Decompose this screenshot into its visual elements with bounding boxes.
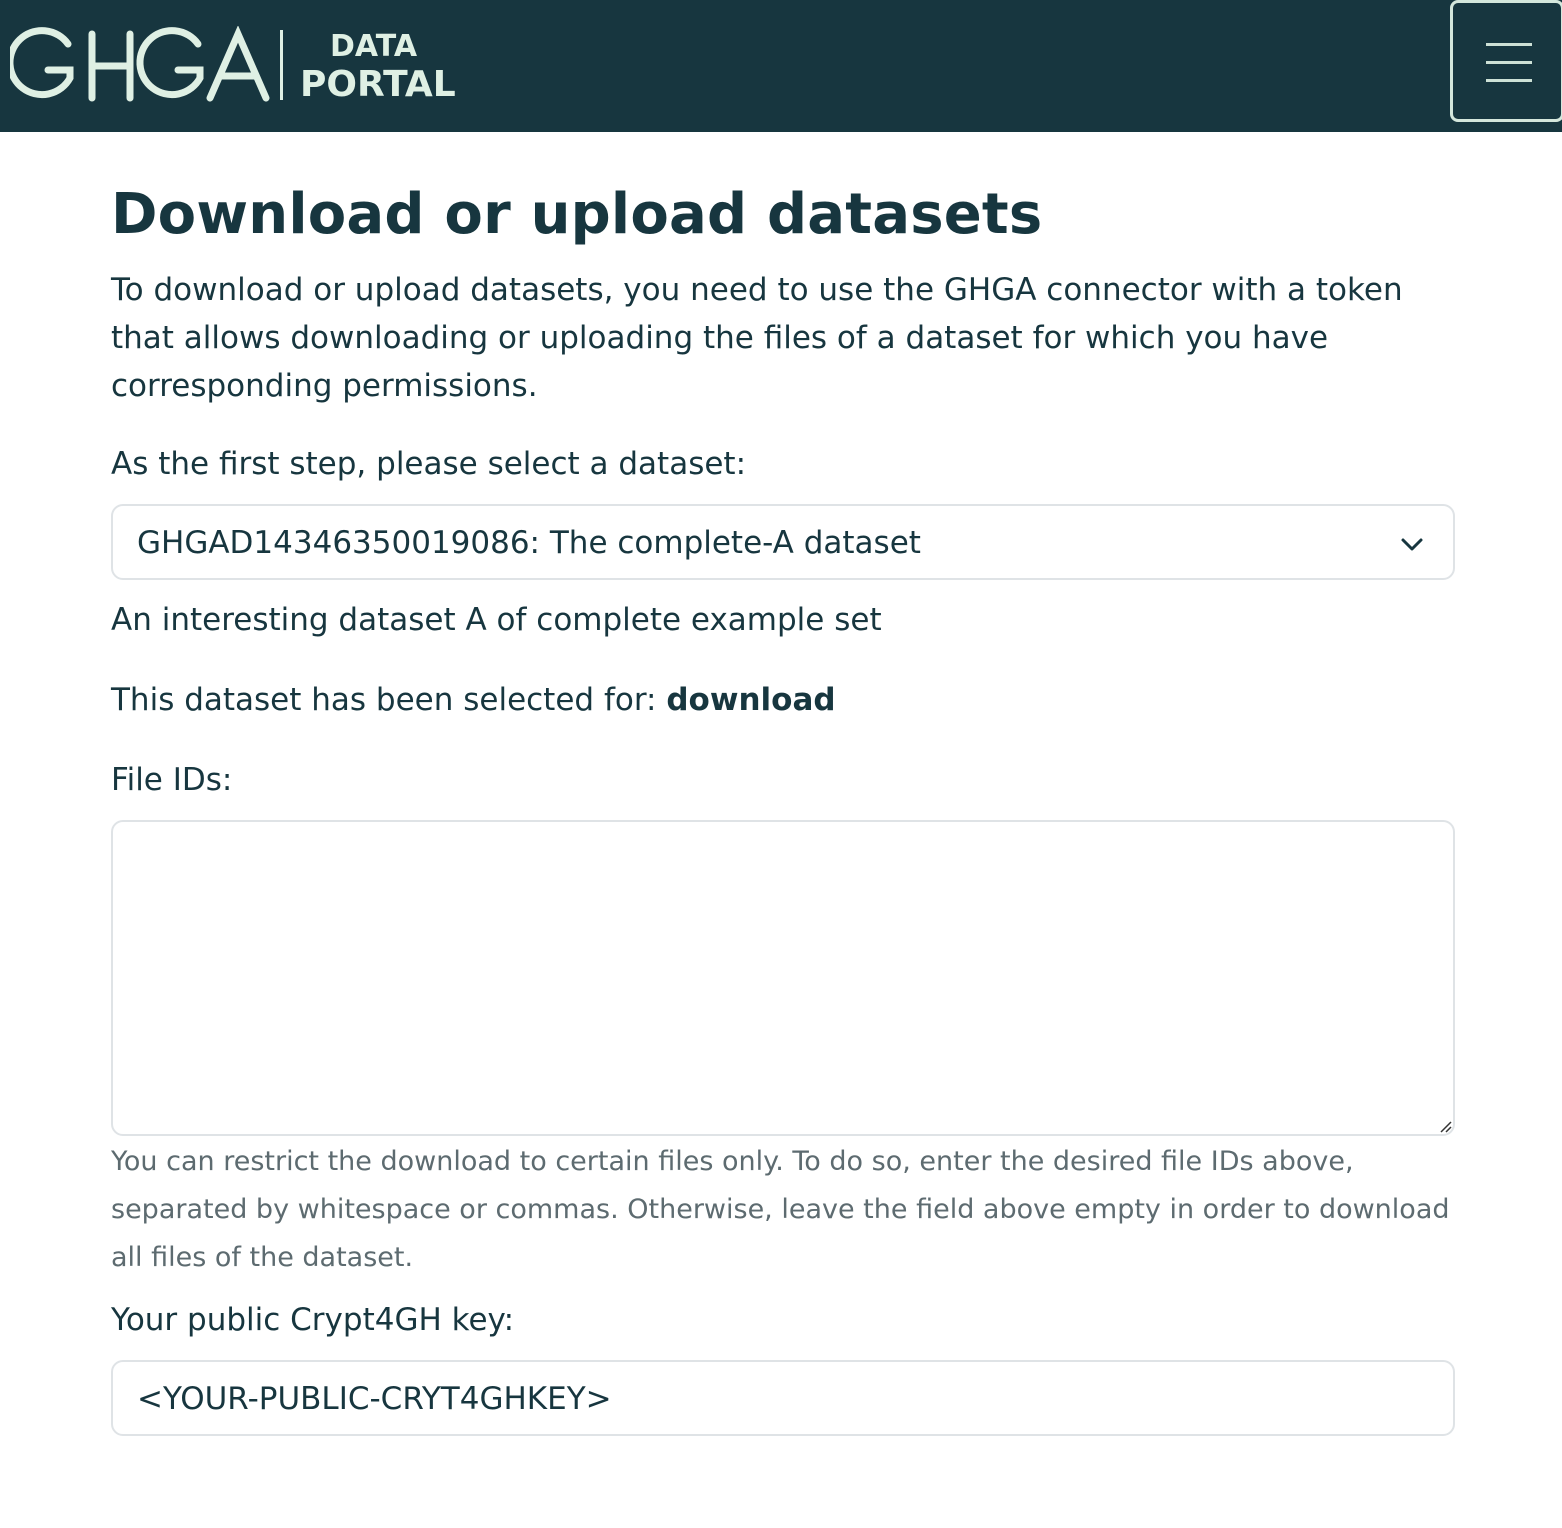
- crypt4gh-key-value: <YOUR-PUBLIC-CRYT4GHKEY>: [137, 1381, 612, 1417]
- logo-line-portal: PORTAL: [300, 64, 456, 105]
- crypt4gh-key-label: Your public Crypt4GH key:: [111, 1302, 515, 1338]
- selected-for-prefix: This dataset has been selected for:: [111, 682, 667, 718]
- selected-for-value: download: [666, 682, 836, 718]
- dataset-select-value: GHGAD14346350019086: The complete-A data…: [137, 525, 921, 561]
- dataset-description: An interesting dataset A of complete exa…: [111, 602, 882, 638]
- hamburger-icon-bar-middle: [1486, 61, 1532, 64]
- dataset-select[interactable]: GHGAD14346350019086: The complete-A data…: [111, 504, 1455, 580]
- file-ids-textarea[interactable]: [111, 820, 1455, 1136]
- chevron-down-icon: [1401, 538, 1423, 551]
- portal-wordmark: DATA PORTAL: [300, 28, 456, 104]
- hamburger-icon-bar-bottom: [1486, 79, 1532, 82]
- page-title: Download or upload datasets: [111, 182, 1043, 247]
- hamburger-icon-bar-top: [1486, 43, 1532, 46]
- logo-divider: [280, 30, 283, 100]
- ghga-logo-mark: [10, 26, 270, 102]
- crypt4gh-key-input[interactable]: <YOUR-PUBLIC-CRYT4GHKEY>: [111, 1360, 1455, 1436]
- navbar: DATA PORTAL: [0, 0, 1562, 132]
- ghga-logo[interactable]: [10, 26, 270, 106]
- logo-line-data: DATA: [330, 29, 418, 64]
- file-ids-help-text: You can restrict the download to certain…: [111, 1146, 1450, 1273]
- resize-handle-icon[interactable]: [1435, 1116, 1453, 1134]
- intro-text: To download or upload datasets, you need…: [111, 272, 1403, 404]
- select-dataset-label: As the first step, please select a datas…: [111, 446, 747, 482]
- file-ids-label: File IDs:: [111, 762, 233, 798]
- selected-for-text: This dataset has been selected for: down…: [111, 682, 836, 718]
- menu-toggle-button[interactable]: [1450, 0, 1562, 122]
